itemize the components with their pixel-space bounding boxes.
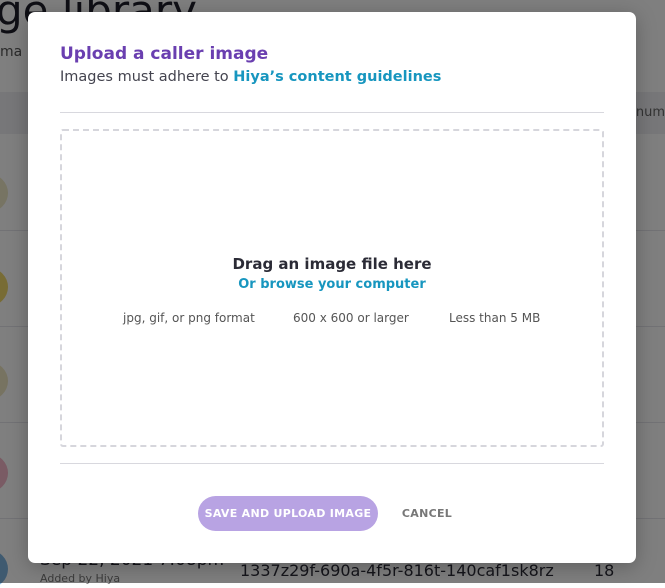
bottom-divider [60,463,604,464]
cancel-button[interactable]: CANCEL [390,496,464,531]
format-requirement: jpg, gif, or png format [123,311,255,325]
dialog-subtitle: Images must adhere to Hiya’s content gui… [60,69,441,85]
save-and-upload-button[interactable]: SAVE AND UPLOAD IMAGE [198,496,378,531]
size-requirement: 600 x 600 or larger [293,311,409,325]
browse-computer-link[interactable]: Or browse your computer [62,277,602,292]
upload-image-dialog: Upload a caller image Images must adhere… [28,12,636,563]
dropzone-title: Drag an image file here [232,255,432,273]
filesize-requirement: Less than 5 MB [449,311,541,325]
dialog-title: Upload a caller image [60,44,269,64]
content-guidelines-link[interactable]: Hiya’s content guidelines [233,69,441,85]
subtitle-text: Images must adhere to [60,69,234,85]
image-dropzone[interactable]: Drag an image file here Or browse your c… [60,129,604,447]
top-divider [60,112,604,113]
